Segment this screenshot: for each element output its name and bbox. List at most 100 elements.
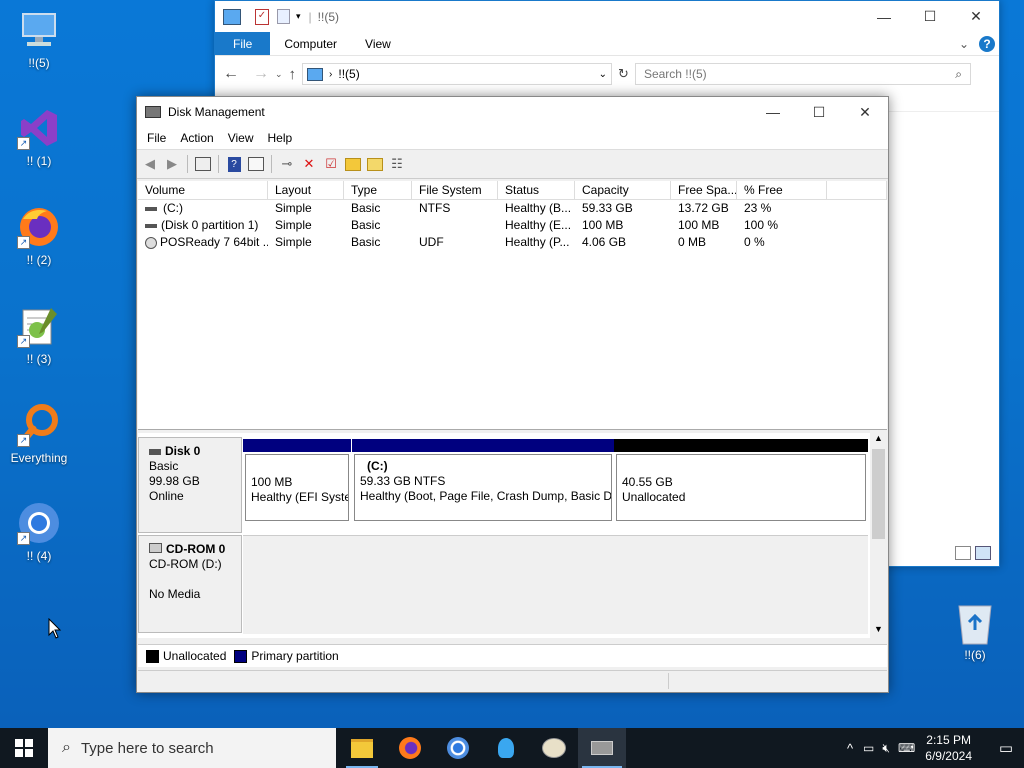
- delete-icon[interactable]: ✕: [300, 155, 318, 173]
- desktop-icon-notepad-plus-plus[interactable]: ↗ !! (3): [4, 304, 74, 366]
- scroll-up-arrow-icon[interactable]: ▲: [870, 433, 887, 447]
- taskbar-disk-management[interactable]: [578, 728, 626, 768]
- quick-access-dropdown-icon[interactable]: ▾: [296, 11, 301, 22]
- input-indicator-icon[interactable]: ⌨: [898, 741, 915, 755]
- menu-view[interactable]: View: [221, 131, 261, 145]
- desktop-icon-visual-studio[interactable]: ↗ !! (1): [4, 106, 74, 168]
- column-file-system[interactable]: File System: [412, 181, 498, 199]
- maximize-button[interactable]: ☐: [907, 1, 953, 32]
- search-box[interactable]: Search !!(5) ⌕: [634, 63, 971, 85]
- address-dropdown-icon[interactable]: ⌄: [599, 69, 611, 80]
- column-type[interactable]: Type: [344, 181, 412, 199]
- cell-capacity: 100 MB: [582, 218, 624, 232]
- menu-file[interactable]: File: [140, 131, 173, 145]
- close-button[interactable]: ✕: [953, 1, 999, 32]
- column-layout[interactable]: Layout: [268, 181, 344, 199]
- disk-size: 99.98 GB: [149, 474, 200, 488]
- toolbar: ◀ ▶ ? ⊸ ✕ ☑ ☷: [137, 149, 888, 179]
- desktop-icon-label: !! (4): [26, 549, 52, 563]
- tab-computer[interactable]: Computer: [270, 32, 351, 55]
- properties-icon[interactable]: ✓: [255, 8, 269, 25]
- address-bar[interactable]: › !!(5) ⌄: [302, 63, 613, 85]
- volume-list[interactable]: Volume Layout Type File System Status Ca…: [138, 181, 887, 430]
- column-free-space[interactable]: Free Spa...: [671, 181, 737, 199]
- clock[interactable]: 2:15 PM 6/9/2024: [925, 732, 972, 764]
- volume-muted-icon[interactable]: 🔇︎: [882, 741, 890, 756]
- taskbar-paint[interactable]: [530, 728, 578, 768]
- column-capacity[interactable]: Capacity: [575, 181, 671, 199]
- shortcut-arrow-icon: ↗: [17, 137, 30, 150]
- menu-help[interactable]: Help: [261, 131, 300, 145]
- taskbar-firefox[interactable]: [386, 728, 434, 768]
- properties-icon[interactable]: [247, 155, 265, 173]
- open-folder-icon[interactable]: [344, 155, 362, 173]
- start-button[interactable]: [0, 728, 48, 768]
- search-input[interactable]: Search !!(5): [644, 67, 955, 81]
- back-arrow-icon[interactable]: ←: [223, 65, 239, 83]
- table-row[interactable]: (Disk 0 partition 1) Simple Basic Health…: [138, 217, 887, 234]
- settings-list-icon[interactable]: ☷: [388, 155, 406, 173]
- minimize-button[interactable]: —: [750, 97, 796, 127]
- search-icon: ⌕: [955, 66, 962, 81]
- forward-arrow-icon[interactable]: ▶: [163, 155, 181, 173]
- column-percent-free[interactable]: % Free: [737, 181, 827, 199]
- back-arrow-icon[interactable]: ◀: [141, 155, 159, 173]
- column-volume[interactable]: Volume: [138, 181, 268, 199]
- details-view-icon[interactable]: [955, 546, 971, 560]
- help-icon[interactable]: ?: [225, 155, 243, 173]
- menu-action[interactable]: Action: [173, 131, 220, 145]
- cdrom0-label[interactable]: CD-ROM 0 CD-ROM (D:) No Media: [138, 535, 242, 633]
- show-hidden-icons-icon[interactable]: ^: [847, 741, 853, 756]
- partition-unallocated[interactable]: 40.55 GB Unallocated: [614, 439, 868, 523]
- ribbon-spacer: [405, 32, 953, 55]
- new-folder-icon[interactable]: [277, 9, 290, 24]
- vertical-scrollbar[interactable]: ▲ ▼: [870, 433, 887, 638]
- forward-arrow-icon[interactable]: →: [253, 65, 269, 83]
- table-row[interactable]: (C:) Simple Basic NTFS Healthy (B... 59.…: [138, 200, 887, 217]
- check-icon[interactable]: ☑: [322, 155, 340, 173]
- taskbar-search-input[interactable]: Type here to search: [81, 740, 214, 757]
- status-divider: [668, 673, 669, 689]
- scroll-down-arrow-icon[interactable]: ▼: [870, 624, 887, 638]
- volume-name: POSReady 7 64bit ...: [160, 235, 268, 249]
- desktop-icon-firefox[interactable]: ↗ !! (2): [4, 205, 74, 267]
- table-row[interactable]: POSReady 7 64bit ... Simple Basic UDF He…: [138, 234, 887, 251]
- explore-folder-icon[interactable]: [366, 155, 384, 173]
- cell-layout: Simple: [275, 235, 312, 249]
- minimize-button[interactable]: —: [861, 1, 907, 32]
- scroll-thumb[interactable]: [872, 449, 885, 539]
- taskbar-tips[interactable]: [482, 728, 530, 768]
- column-filler: [827, 181, 887, 199]
- connect-disk-icon[interactable]: ⊸: [278, 155, 296, 173]
- network-icon[interactable]: ▭: [863, 741, 874, 755]
- desktop-icon-chrome[interactable]: ↗ !! (4): [4, 501, 74, 563]
- up-arrow-icon[interactable]: ↑: [289, 66, 297, 83]
- taskbar-search-box[interactable]: ⌕ Type here to search: [48, 728, 336, 768]
- desktop-icon-everything[interactable]: ↗ Everything: [4, 403, 74, 465]
- disk-graphical-view[interactable]: Disk 0 Basic 99.98 GB Online 100 MB Heal…: [138, 433, 887, 638]
- close-button[interactable]: ✕: [842, 97, 888, 127]
- column-status[interactable]: Status: [498, 181, 575, 199]
- cell-capacity: 59.33 GB: [582, 201, 633, 215]
- explorer-titlebar[interactable]: ✓ ▾ | !!(5) — ☐ ✕: [215, 1, 999, 32]
- disk-management-window[interactable]: Disk Management — ☐ ✕ File Action View H…: [136, 96, 889, 693]
- disk0-label[interactable]: Disk 0 Basic 99.98 GB Online: [138, 437, 242, 533]
- partition-efi[interactable]: 100 MB Healthy (EFI Syste: [243, 439, 351, 523]
- expand-ribbon-icon[interactable]: ⌄: [953, 32, 975, 55]
- refresh-icon[interactable]: ↻: [618, 66, 629, 82]
- show-hide-console-tree-icon[interactable]: [194, 155, 212, 173]
- large-icons-view-icon[interactable]: [975, 546, 991, 560]
- desktop-icon-recycle-bin[interactable]: !!(6): [940, 600, 1010, 662]
- notifications-icon[interactable]: ▭: [988, 728, 1024, 768]
- dm-titlebar[interactable]: Disk Management — ☐ ✕: [137, 97, 888, 127]
- desktop-icon-this-pc[interactable]: !!(5): [4, 8, 74, 70]
- toolbar-separator: [271, 155, 272, 173]
- maximize-button[interactable]: ☐: [796, 97, 842, 127]
- help-icon[interactable]: ?: [975, 32, 999, 55]
- recent-locations-icon[interactable]: ⌄: [275, 69, 283, 80]
- partition-c[interactable]: (C:) 59.33 GB NTFS Healthy (Boot, Page F…: [352, 439, 614, 523]
- taskbar-chrome[interactable]: [434, 728, 482, 768]
- tab-file[interactable]: File: [215, 32, 271, 55]
- tab-view[interactable]: View: [351, 32, 405, 55]
- taskbar-file-explorer[interactable]: [338, 728, 386, 768]
